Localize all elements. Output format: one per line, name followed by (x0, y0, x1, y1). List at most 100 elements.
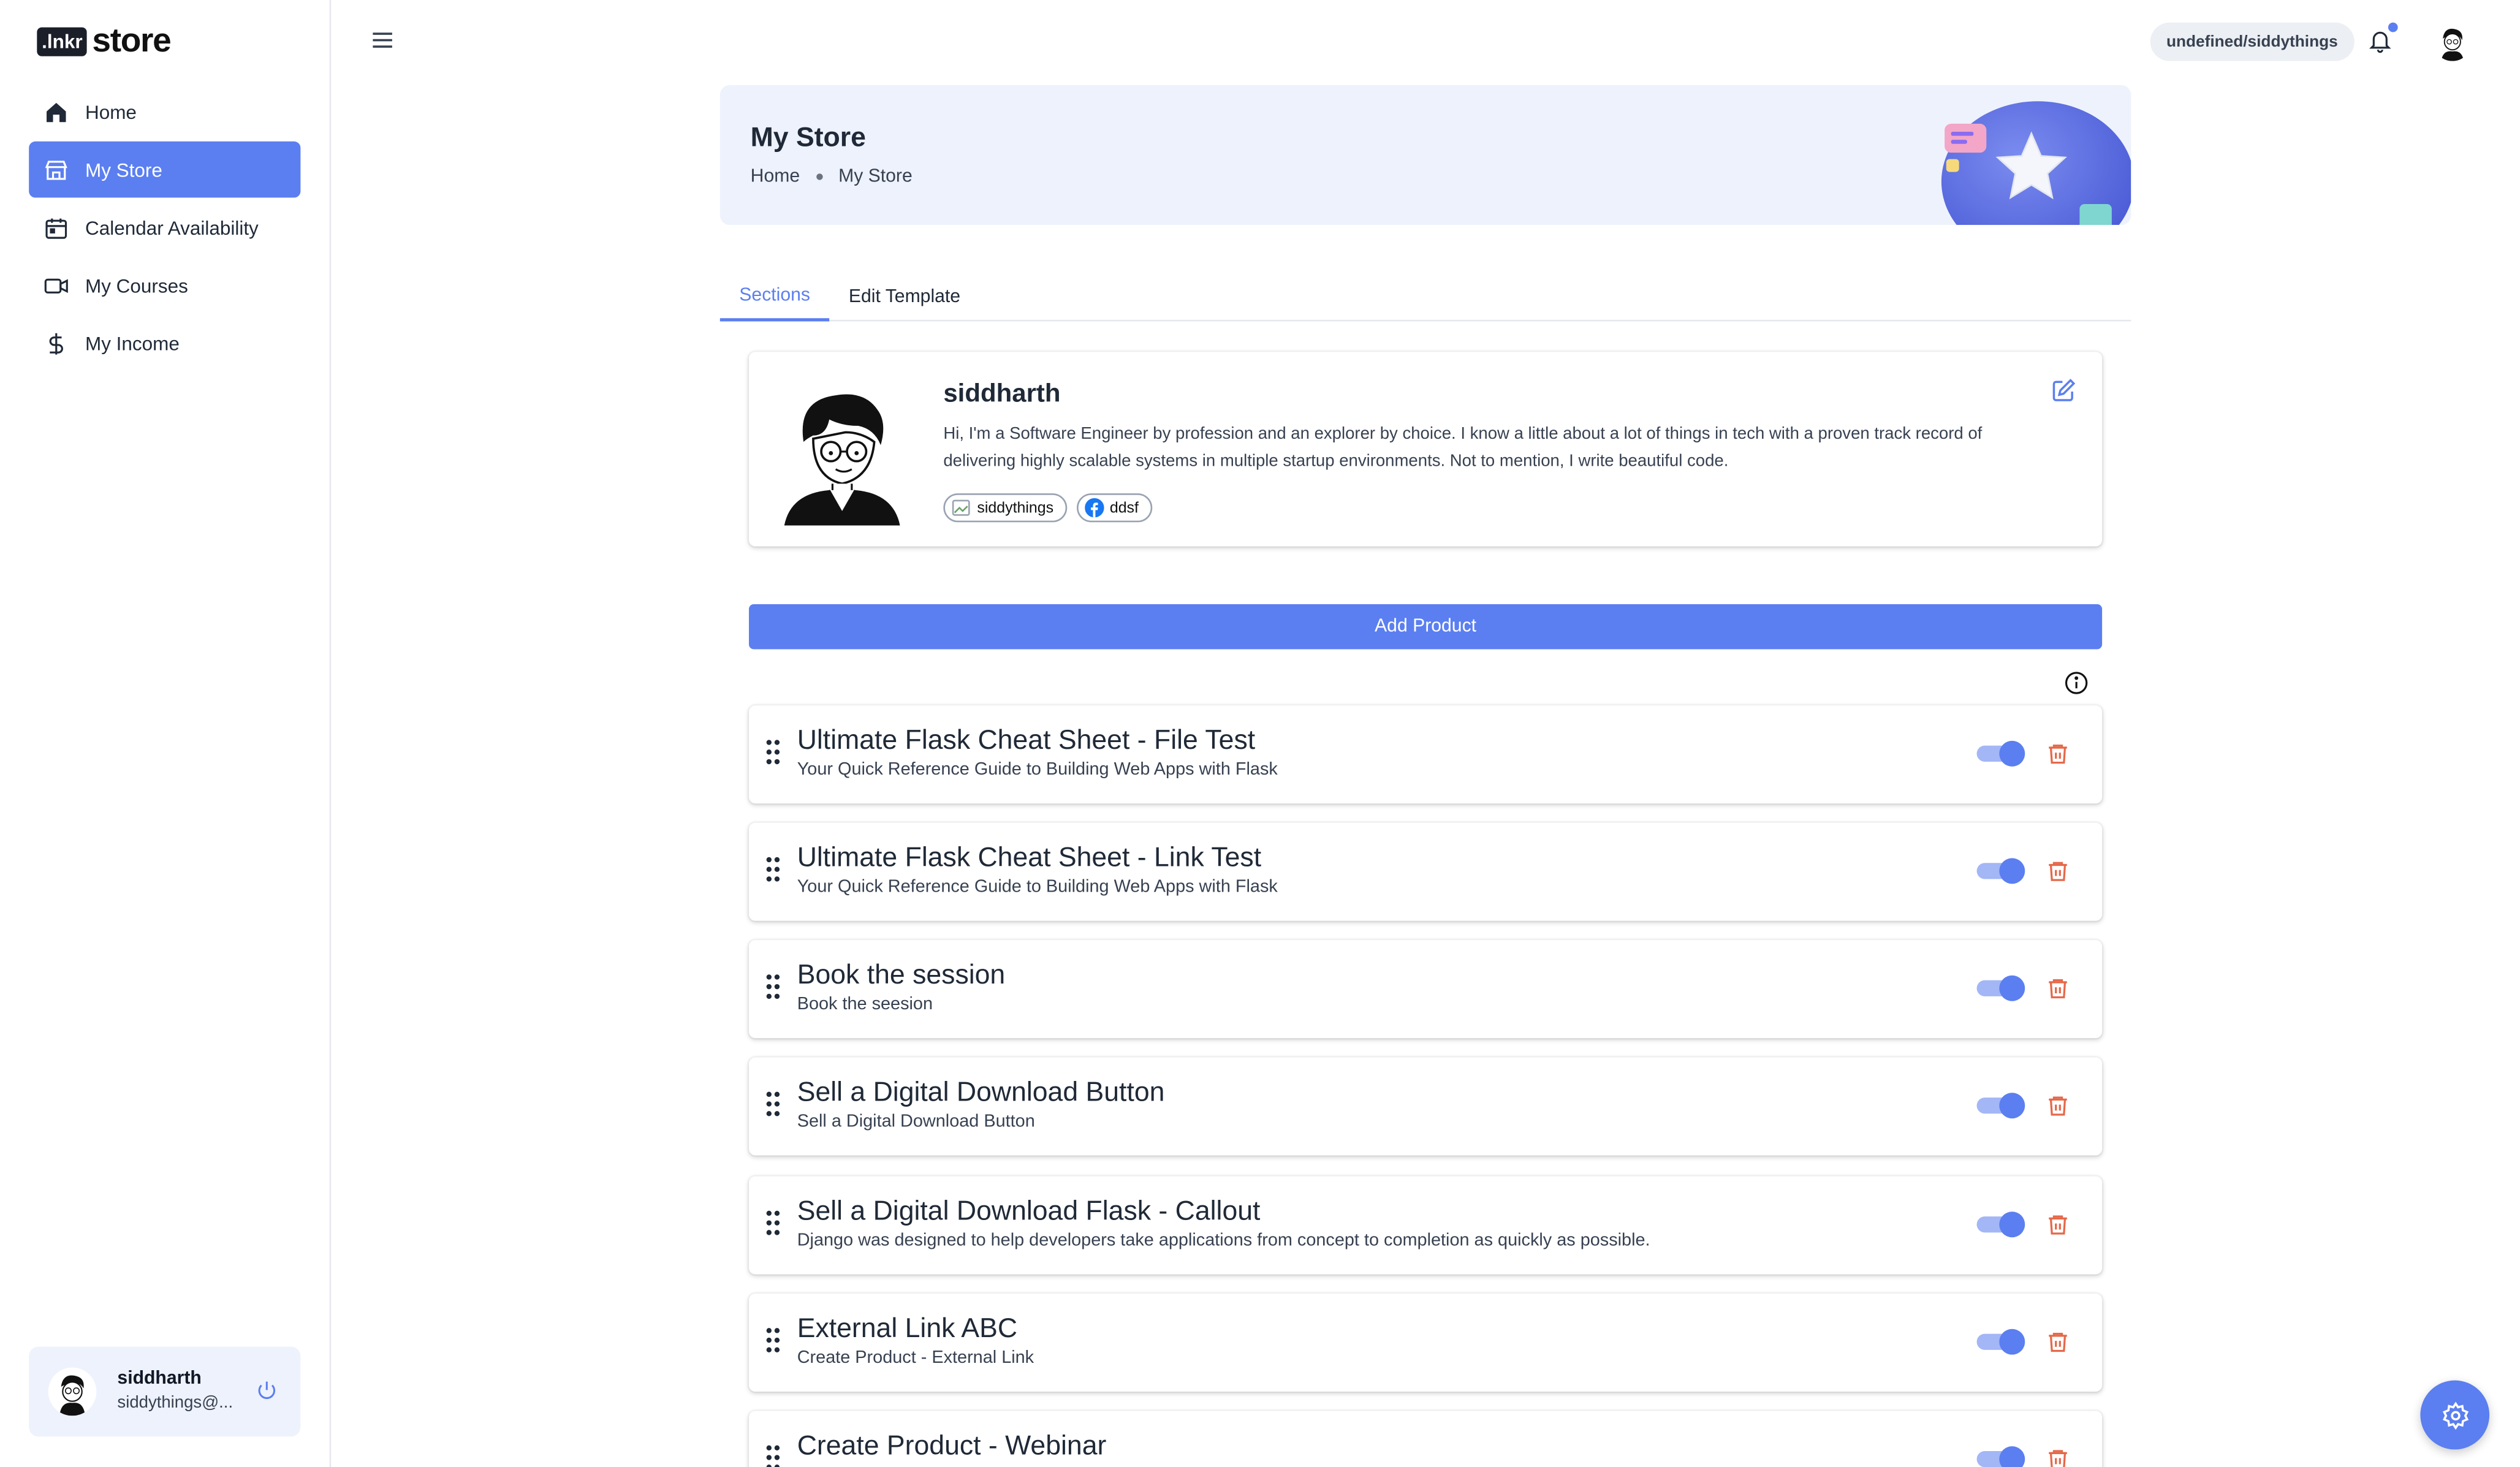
drag-handle-icon[interactable] (765, 1443, 781, 1467)
product-visibility-toggle[interactable] (1976, 1329, 2025, 1355)
drag-handle-icon[interactable] (765, 972, 781, 1001)
info-icon[interactable] (2063, 670, 2089, 696)
add-product-button[interactable]: Add Product (749, 604, 2103, 650)
toggle-knob (1999, 740, 2025, 767)
product-subtitle: Sell a Digital Download Button (797, 1112, 1035, 1132)
trash-icon[interactable] (2046, 1093, 2070, 1118)
toggle-knob (1999, 1329, 2025, 1355)
product-row[interactable]: Book the session Book the seesion (749, 940, 2103, 1039)
social-link-chip[interactable]: siddythings (943, 493, 1067, 523)
toggle-knob (1999, 1093, 2025, 1119)
home-icon (44, 99, 69, 124)
toggle-knob (1999, 975, 2025, 1001)
breadcrumb-home[interactable]: Home (751, 167, 800, 186)
product-title: Sell a Digital Download Flask - Callout (797, 1196, 1261, 1226)
product-visibility-toggle[interactable] (1976, 1093, 2025, 1119)
sidebar-item-label: My Courses (85, 274, 188, 297)
tab-bar: Sections Edit Template (719, 273, 2131, 322)
product-title: Ultimate Flask Cheat Sheet - Link Test (797, 842, 1262, 873)
profile-card: siddharth Hi, I'm a Software Engineer by… (749, 352, 2103, 547)
dollar-icon (44, 330, 69, 356)
product-subtitle: Create Product - External Link (797, 1348, 1034, 1368)
product-subtitle: Django was designed to help developers t… (797, 1230, 1650, 1251)
drag-handle-icon[interactable] (765, 855, 781, 884)
sidebar: .lnkr store Home My Store Calendar Avail… (0, 0, 332, 1467)
toggle-knob (1999, 858, 2025, 884)
store-handle-badge[interactable]: undefined/siddythings (2150, 22, 2354, 61)
social-link-label: ddsf (1109, 499, 1139, 517)
product-visibility-toggle[interactable] (1976, 1211, 2025, 1238)
calendar-icon (44, 214, 69, 240)
drag-handle-icon[interactable] (765, 1208, 781, 1237)
sidebar-item-calendar-availability[interactable]: Calendar Availability (29, 199, 300, 256)
tab-edit-template[interactable]: Edit Template (829, 273, 979, 322)
product-subtitle: Your Quick Reference Guide to Building W… (797, 877, 1278, 897)
product-title: External Link ABC (797, 1313, 1018, 1344)
toggle-knob (1999, 1446, 2025, 1467)
settings-button[interactable] (2420, 1380, 2490, 1450)
product-row[interactable]: Sell a Digital Download Button Sell a Di… (749, 1057, 2103, 1156)
social-link-label: siddythings (977, 499, 1054, 517)
product-visibility-toggle[interactable] (1976, 975, 2025, 1001)
trash-icon[interactable] (2046, 858, 2070, 884)
power-icon[interactable] (256, 1379, 278, 1401)
video-icon (44, 272, 69, 298)
trash-icon[interactable] (2046, 1329, 2070, 1355)
sidebar-item-label: My Income (85, 332, 180, 355)
edit-icon[interactable] (2051, 377, 2076, 403)
sidebar-nav: Home My Store Calendar Availability My C… (29, 83, 301, 373)
logo-badge: .lnkr (37, 27, 88, 56)
product-row[interactable]: Sell a Digital Download Flask - Callout … (749, 1176, 2103, 1275)
drag-handle-icon[interactable] (765, 1325, 781, 1354)
toggle-knob (1999, 1211, 2025, 1238)
product-title: Create Product - Webinar (797, 1430, 1107, 1461)
breadcrumb-separator (816, 173, 822, 180)
sidebar-item-home[interactable]: Home (29, 83, 300, 140)
sidebar-item-my-income[interactable]: My Income (29, 315, 300, 371)
product-row[interactable]: Create Product - Webinar (749, 1411, 2103, 1467)
broken-image-icon (952, 499, 970, 516)
trash-icon[interactable] (2046, 741, 2070, 767)
store-icon (44, 157, 69, 183)
product-title: Sell a Digital Download Button (797, 1077, 1165, 1107)
page-title: My Store (750, 122, 866, 153)
menu-icon[interactable] (371, 29, 394, 51)
profile-bio: Hi, I'm a Software Engineer by professio… (943, 424, 1983, 471)
sidebar-item-label: Calendar Availability (85, 216, 259, 239)
trash-icon[interactable] (2046, 1446, 2070, 1467)
gear-icon (2442, 1401, 2468, 1429)
avatar[interactable] (2433, 22, 2472, 61)
drag-handle-icon[interactable] (765, 738, 781, 767)
product-subtitle: Your Quick Reference Guide to Building W… (797, 760, 1278, 779)
avatar (48, 1367, 97, 1416)
product-row[interactable]: Ultimate Flask Cheat Sheet - Link Test Y… (749, 822, 2103, 921)
product-subtitle: Book the seesion (797, 995, 933, 1014)
user-name: siddharth (117, 1369, 202, 1389)
breadcrumb: Home My Store (751, 167, 913, 186)
trash-icon[interactable] (2046, 1211, 2070, 1237)
app-logo[interactable]: .lnkr store (37, 22, 172, 61)
product-row[interactable]: External Link ABC Create Product - Exter… (749, 1294, 2103, 1392)
product-visibility-toggle[interactable] (1976, 858, 2025, 884)
user-card[interactable]: siddharth siddythings@... (29, 1346, 301, 1437)
sidebar-item-label: Home (85, 100, 137, 123)
star-illustration (1941, 101, 2131, 226)
product-row[interactable]: Ultimate Flask Cheat Sheet - File Test Y… (749, 705, 2103, 804)
product-visibility-toggle[interactable] (1976, 740, 2025, 767)
product-title: Ultimate Flask Cheat Sheet - File Test (797, 724, 1256, 756)
bell-icon[interactable] (2367, 28, 2393, 53)
sidebar-item-label: My Store (85, 158, 162, 181)
social-link-chip[interactable]: ddsf (1076, 493, 1152, 523)
drag-handle-icon[interactable] (765, 1090, 781, 1118)
social-links: siddythings ddsf (943, 493, 1161, 523)
tab-sections[interactable]: Sections (719, 273, 830, 322)
user-email: siddythings@... (117, 1393, 233, 1413)
sidebar-item-my-store[interactable]: My Store (29, 141, 301, 198)
logo-text: store (92, 22, 171, 60)
breadcrumb-current: My Store (838, 167, 913, 187)
product-visibility-toggle[interactable] (1976, 1446, 2025, 1467)
sidebar-item-my-courses[interactable]: My Courses (29, 257, 300, 314)
page-header: My Store Home My Store (719, 85, 2131, 226)
profile-name: siddharth (943, 381, 1061, 409)
trash-icon[interactable] (2046, 976, 2070, 1001)
